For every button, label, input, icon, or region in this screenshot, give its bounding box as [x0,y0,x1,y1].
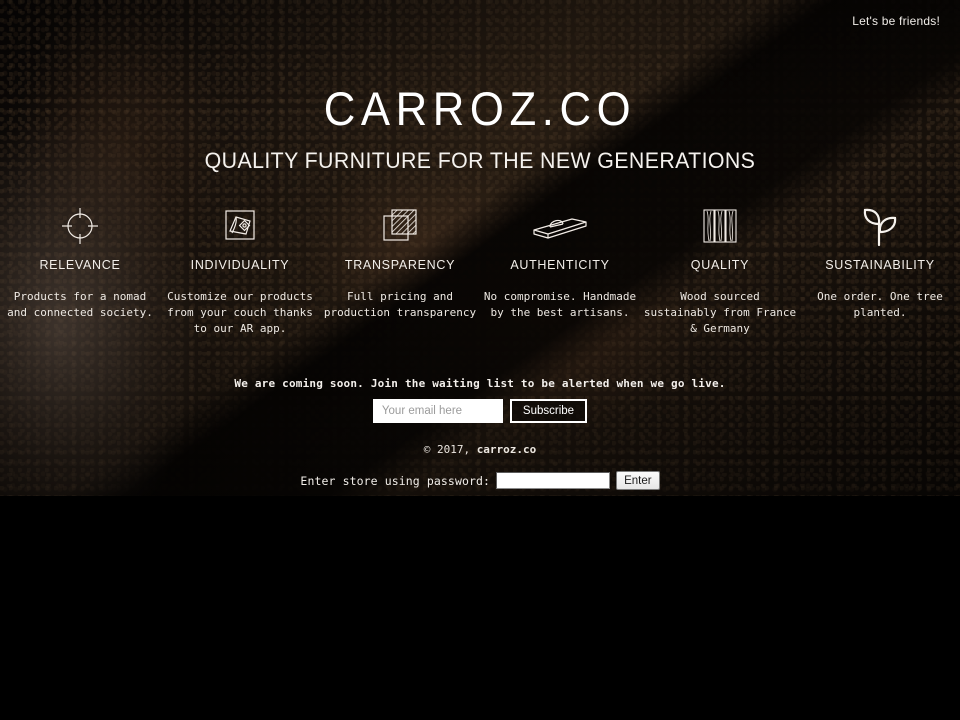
feature-relevance: RELEVANCE Products for a nomad and conne… [0,203,160,336]
enter-store-button[interactable]: Enter [616,471,660,490]
hand-plane-icon [528,203,592,249]
crosshair-target-icon [59,203,101,249]
feature-individuality: INDIVIDUALITY Customize our products fro… [160,203,320,336]
feature-title: INDIVIDUALITY [190,258,290,272]
feature-list: RELEVANCE Products for a nomad and conne… [0,203,960,336]
copyright-notice: © 2017, carroz.co [0,443,960,456]
feature-description: Products for a nomad and connected socie… [7,290,153,319]
password-label: Enter store using password: [300,473,491,488]
storefront-password-bar: Enter store using password: Enter [0,471,960,490]
email-input[interactable] [372,399,503,423]
wood-planks-icon [699,203,741,249]
feature-title: AUTHENTICITY [510,258,610,272]
site-logo: CARROZ.CO [323,82,637,135]
copyright-site-name: carroz.co [476,443,537,456]
feature-title: QUALITY [690,258,750,272]
seedling-sprout-icon [856,203,904,249]
newsletter-signup-form: Subscribe [0,399,960,423]
feature-description: No compromise. Handmade by the best arti… [483,290,637,319]
coming-soon-page: Let's be friends! CARROZ.CO QUALITY FURN… [0,0,960,496]
feature-sustainability: SUSTAINABILITY One order. One tree plant… [800,203,960,336]
feature-title: TRANSPARENCY [344,258,456,272]
copyright-prefix: © 2017, [423,443,477,456]
feature-title: RELEVANCE [39,258,121,272]
feature-title: SUSTAINABILITY [825,258,935,272]
feature-description: Full pricing and production transparency [323,290,477,319]
framed-sketch-icon [219,203,261,249]
feature-description: Customize our products from your couch t… [167,290,313,335]
feature-quality: QUALITY Wood sourced sustainably from Fr… [640,203,800,336]
feature-authenticity: AUTHENTICITY No compromise. Handmade by … [480,203,640,336]
subscribe-button[interactable]: Subscribe [509,399,588,423]
page-content: Let's be friends! CARROZ.CO QUALITY FURN… [0,0,960,496]
feature-description: One order. One tree planted. [817,290,943,319]
empty-area-below-page [0,496,960,720]
feature-description: Wood sourced sustainably from France & G… [643,290,797,335]
feature-transparency: TRANSPARENCY Full pricing and production… [320,203,480,336]
signup-note: We are coming soon. Join the waiting lis… [234,377,726,390]
store-password-input[interactable] [496,472,611,489]
overlapping-hatched-squares-icon [379,203,421,249]
page-tagline: QUALITY FURNITURE FOR THE NEW GENERATION… [204,148,756,173]
social-link-lets-be-friends[interactable]: Let's be friends! [852,14,940,28]
